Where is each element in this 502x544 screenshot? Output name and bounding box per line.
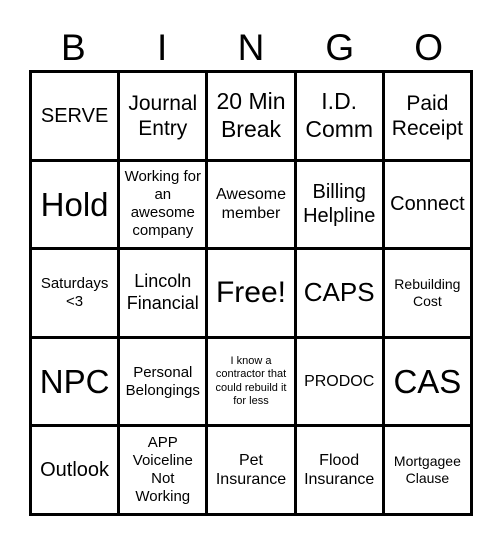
bingo-cell[interactable]: Paid Receipt	[384, 73, 470, 159]
header-letter-n: N	[237, 27, 265, 68]
bingo-cell[interactable]: I know a contractor that could rebuild i…	[208, 338, 294, 425]
bingo-cell[interactable]: I.D. Comm	[296, 73, 382, 159]
header-letter-o: O	[414, 27, 443, 68]
bingo-cell[interactable]: Mortgagee Clause	[384, 427, 470, 513]
header-letter-g: G	[325, 27, 355, 68]
bingo-cell[interactable]: SERVE	[32, 73, 118, 159]
bingo-cell[interactable]: Journal Entry	[120, 73, 206, 159]
bingo-cell[interactable]: Awesome member	[208, 161, 294, 248]
bingo-cell[interactable]: Working for an awesome company	[120, 161, 206, 248]
bingo-cell[interactable]: APP Voiceline Not Working	[120, 427, 206, 513]
bingo-cell[interactable]: Billing Helpline	[296, 161, 382, 248]
bingo-cell[interactable]: Rebuilding Cost	[384, 250, 470, 336]
header-letter-i: I	[157, 27, 168, 68]
bingo-cell[interactable]: Outlook	[32, 427, 118, 513]
bingo-grid: SERVE Journal Entry 20 Min Break I.D. Co…	[29, 70, 473, 516]
bingo-header: B I N G O	[29, 26, 473, 70]
bingo-cell[interactable]: Pet Insurance	[208, 427, 294, 513]
bingo-cell[interactable]: Connect	[384, 161, 470, 248]
header-letter-b: B	[61, 27, 86, 68]
bingo-cell[interactable]: NPC	[32, 338, 118, 425]
bingo-cell[interactable]: Saturdays <3	[32, 250, 118, 336]
bingo-cell[interactable]: CAS	[384, 338, 470, 425]
bingo-cell[interactable]: Flood Insurance	[296, 427, 382, 513]
bingo-cell[interactable]: Personal Belongings	[120, 338, 206, 425]
bingo-cell[interactable]: Lincoln Financial	[120, 250, 206, 336]
bingo-cell[interactable]: CAPS	[296, 250, 382, 336]
bingo-cell[interactable]: Hold	[32, 161, 118, 248]
bingo-cell[interactable]: 20 Min Break	[208, 73, 294, 159]
free-space-cell[interactable]: Free!	[208, 250, 294, 336]
bingo-cell[interactable]: PRODOC	[296, 338, 382, 425]
